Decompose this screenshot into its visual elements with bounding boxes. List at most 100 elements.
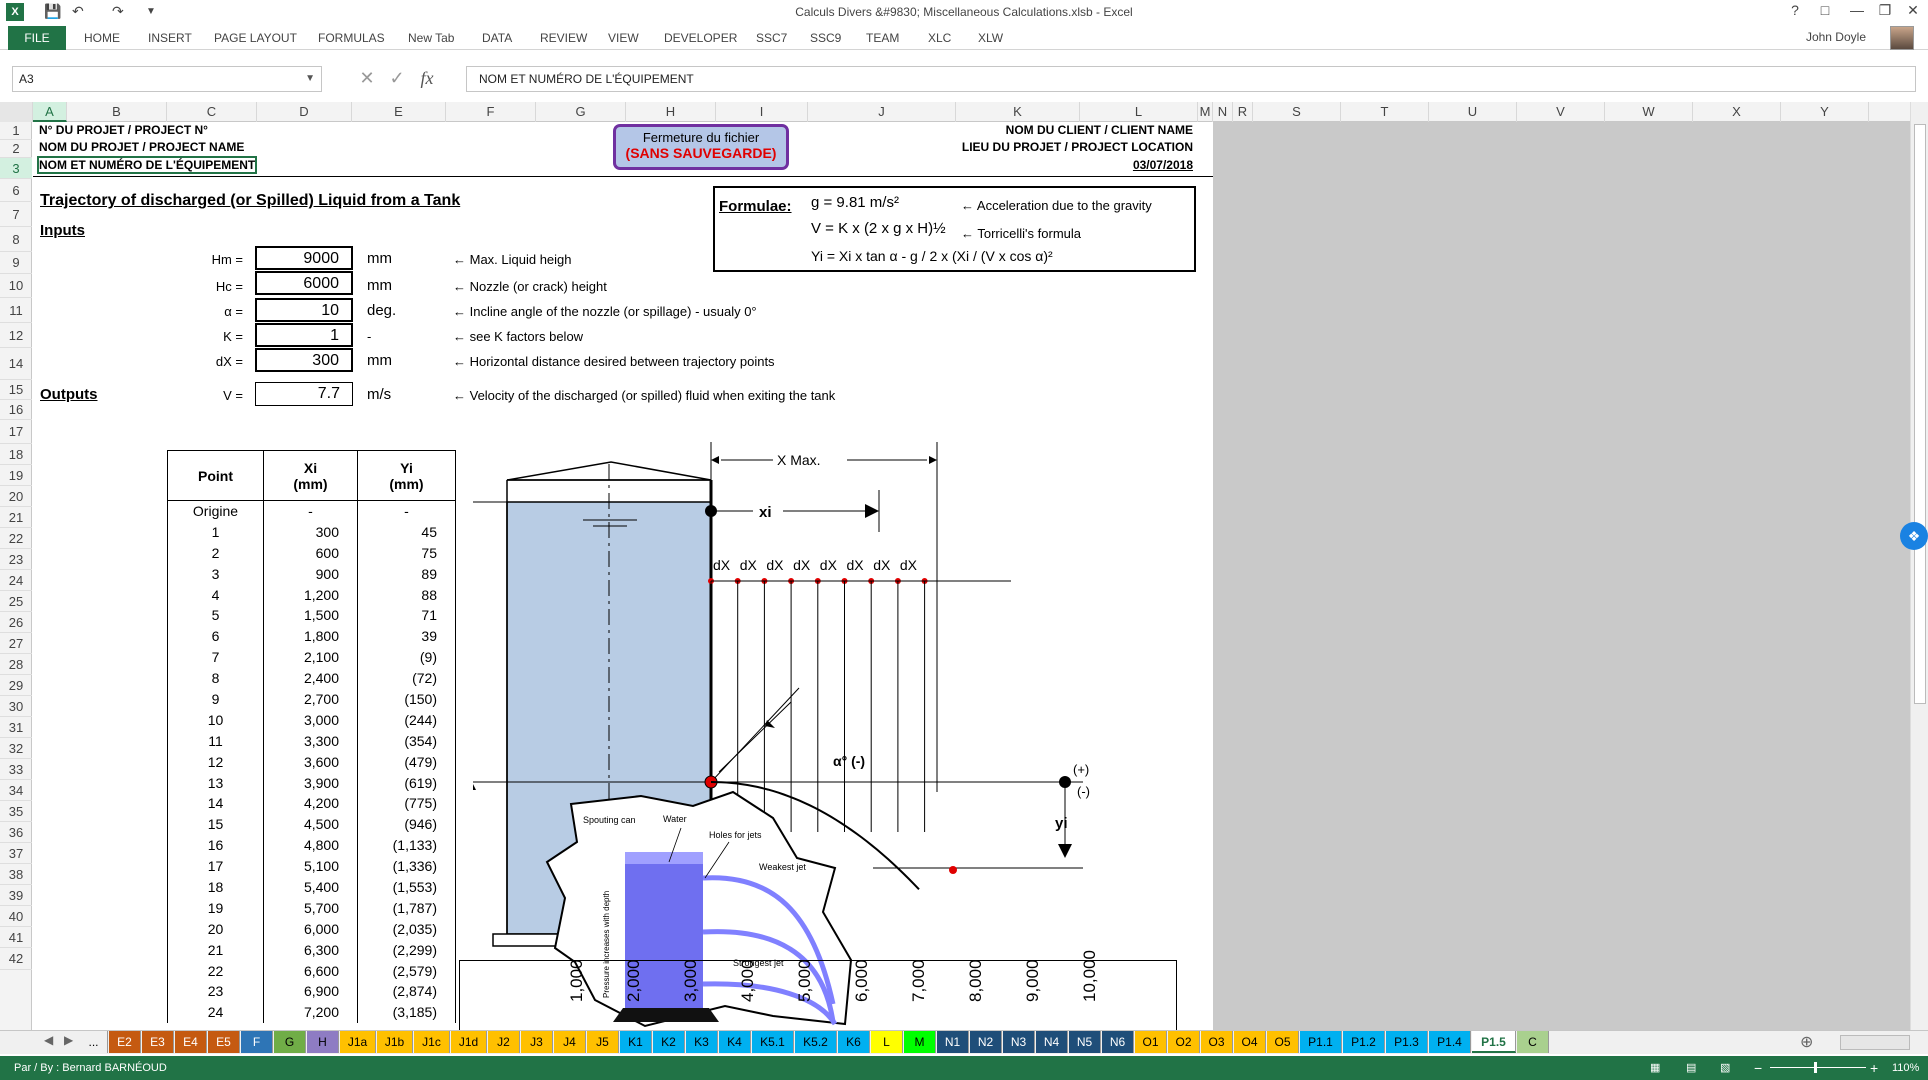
column-header[interactable]: I [716,102,808,122]
column-header[interactable]: M [1198,102,1213,122]
sheet-tab[interactable]: O1 [1135,1031,1167,1053]
x-cell[interactable]: 5,100 [263,855,358,877]
worksheet[interactable]: N° DU PROJET / PROJECT N° NOM DU PROJET … [33,122,1213,1030]
normal-view-icon[interactable]: ▦ [1650,1056,1660,1080]
user-name[interactable]: John Doyle [1806,30,1866,44]
sheet-tab[interactable]: J3 [521,1031,553,1053]
row-header[interactable]: 20 [0,486,32,507]
row-header[interactable]: 24 [0,570,32,591]
tab-new-tab[interactable]: New Tab [404,26,458,50]
x-cell[interactable]: 7,200 [263,1001,358,1023]
save-icon[interactable]: 💾 [44,3,61,20]
column-header[interactable]: U [1429,102,1517,122]
restore-icon[interactable]: ❐ [1870,2,1900,19]
y-cell[interactable]: (1,133) [357,834,456,856]
sheet-tab[interactable]: G [274,1031,306,1053]
y-cell[interactable]: (1,336) [357,855,456,877]
row-header[interactable]: 2 [0,140,32,158]
undo-icon[interactable]: ↶ [72,3,84,20]
horizontal-scrollbar[interactable] [1840,1035,1910,1050]
y-cell[interactable]: (150) [357,688,456,710]
y-cell[interactable]: (1,553) [357,876,456,898]
x-cell[interactable]: 3,000 [263,709,358,731]
tab-team[interactable]: TEAM [862,26,903,50]
point-cell[interactable]: 11 [167,730,264,752]
sheet-tab[interactable]: P1.2 [1343,1031,1385,1053]
sheet-tab[interactable]: N2 [970,1031,1002,1053]
row-header[interactable]: 17 [0,420,32,444]
zoom-level[interactable]: 110% [1892,1056,1919,1080]
row-header[interactable]: 40 [0,906,32,927]
y-cell[interactable]: (2,579) [357,960,456,981]
sheet-tab[interactable]: N1 [937,1031,969,1053]
sheet-tab[interactable]: O3 [1201,1031,1233,1053]
next-sheet-icon[interactable]: ▶ [64,1033,73,1047]
row-header[interactable]: 19 [0,465,32,486]
row-header[interactable]: 6 [0,179,32,202]
column-header[interactable]: V [1517,102,1605,122]
column-header[interactable]: G [536,102,626,122]
sheet-tab[interactable]: K5.1 [752,1031,794,1053]
select-all-button[interactable] [0,102,33,122]
point-cell[interactable]: 16 [167,834,264,856]
point-cell[interactable]: Origine [167,500,264,522]
row-header[interactable]: 15 [0,380,32,400]
zoom-slider-thumb[interactable] [1814,1062,1817,1073]
tab-ssc7[interactable]: SSC7 [752,26,791,50]
x-cell[interactable]: 3,600 [263,751,358,773]
column-header[interactable]: K [956,102,1080,122]
x-cell[interactable]: - [263,500,358,522]
ribbon-display-icon[interactable]: □ [1810,2,1840,18]
customize-qat-icon[interactable]: ▼ [146,6,156,17]
point-cell[interactable]: 17 [167,855,264,877]
x-cell[interactable]: 3,900 [263,772,358,793]
sheet-tab[interactable]: K2 [653,1031,685,1053]
scroll-thumb[interactable] [1914,124,1926,704]
tab-review[interactable]: REVIEW [536,26,591,50]
point-cell[interactable]: 12 [167,751,264,773]
avatar[interactable] [1890,26,1914,50]
row-header[interactable]: 12 [0,323,32,348]
y-cell[interactable]: 88 [357,584,456,605]
zoom-in-icon[interactable]: + [1870,1056,1878,1080]
sheet-tab[interactable]: P1.4 [1429,1031,1471,1053]
page-layout-icon[interactable]: ▤ [1686,1056,1696,1080]
column-header[interactable]: T [1341,102,1429,122]
row-header[interactable]: 18 [0,444,32,465]
column-header[interactable]: A [33,102,67,122]
x-cell[interactable]: 4,200 [263,792,358,814]
y-cell[interactable]: 75 [357,542,456,564]
column-header[interactable]: R [1233,102,1253,122]
row-header[interactable]: 10 [0,274,32,298]
sheet-tab[interactable]: C [1517,1031,1549,1053]
row-header[interactable]: 30 [0,696,32,717]
row-header[interactable]: 25 [0,591,32,612]
tab-xlc[interactable]: XLC [924,26,955,50]
tab-ssc9[interactable]: SSC9 [806,26,845,50]
input-hm[interactable]: 9000 [255,246,353,270]
x-cell[interactable]: 4,500 [263,813,358,835]
row-header[interactable]: 8 [0,227,32,252]
x-cell[interactable]: 2,700 [263,688,358,710]
formula-input[interactable]: NOM ET NUMÉRO DE L'ÉQUIPEMENT [466,66,1916,92]
row-header[interactable]: 11 [0,298,32,323]
row-header[interactable]: 42 [0,948,32,970]
cancel-icon[interactable]: ✕ [352,68,382,89]
row-header[interactable]: 7 [0,202,32,227]
new-sheet-icon[interactable]: ⊕ [1800,1032,1813,1052]
x-cell[interactable]: 3,300 [263,730,358,752]
sheet-tab[interactable]: J5 [587,1031,619,1053]
row-header[interactable]: 21 [0,507,32,528]
column-header[interactable]: E [352,102,446,122]
sheet-tab[interactable]: N5 [1069,1031,1101,1053]
column-header[interactable]: D [257,102,352,122]
sheet-tab[interactable]: P1.5 [1472,1031,1516,1053]
zoom-slider[interactable] [1770,1067,1866,1068]
y-cell[interactable]: (946) [357,813,456,835]
x-cell[interactable]: 4,800 [263,834,358,856]
column-header[interactable]: W [1605,102,1693,122]
sheet-tab[interactable]: J1d [451,1031,487,1053]
column-header[interactable]: Y [1781,102,1869,122]
sheet-tab[interactable]: N6 [1102,1031,1134,1053]
chevron-down-icon[interactable]: ▼ [305,67,315,91]
